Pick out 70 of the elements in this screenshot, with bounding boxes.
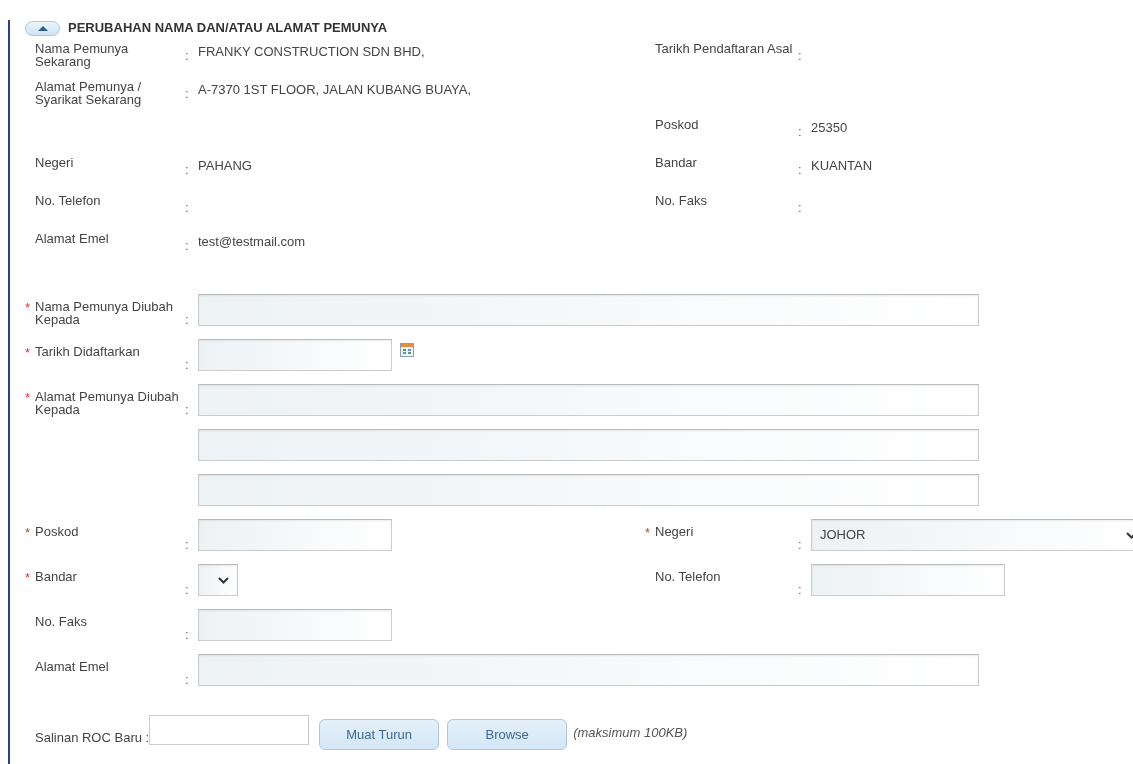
field-value: KUANTAN (811, 157, 874, 175)
text-input[interactable] (198, 294, 979, 326)
field-value: PAHANG (198, 157, 253, 175)
field-label: Poskod (655, 118, 700, 131)
separator-colon: : (185, 199, 190, 217)
chevron-down-icon (218, 576, 229, 584)
separator-colon: : (185, 311, 190, 329)
field-label: Nama Pemunya Sekarang (35, 42, 130, 68)
separator-colon: : (185, 47, 190, 65)
separator-colon: : (798, 47, 803, 65)
field-label: Negeri (655, 525, 695, 538)
field-label: Tarikh Pendaftaran Asal (655, 42, 794, 55)
text-input[interactable] (198, 609, 392, 641)
size-note: (maksimum 100KB) (573, 723, 688, 742)
text-input[interactable] (198, 654, 979, 686)
text-input[interactable] (198, 474, 979, 506)
separator-colon: : (185, 626, 190, 644)
field-value: test@testmail.com (198, 233, 307, 251)
dropdown[interactable] (198, 564, 238, 596)
separator-colon: : (798, 161, 803, 179)
required-asterisk: * (25, 299, 32, 317)
text-input[interactable] (198, 429, 979, 461)
field-label: Negeri (35, 156, 75, 169)
separator-colon: : (798, 199, 803, 217)
section-title: PERUBAHAN NAMA DAN/ATAU ALAMAT PEMUNYA (68, 19, 388, 38)
text-input[interactable] (198, 384, 979, 416)
required-asterisk: * (25, 569, 32, 587)
field-label: No. Faks (655, 194, 708, 207)
required-asterisk: * (25, 524, 32, 542)
calendar-icon[interactable] (400, 343, 414, 357)
text-input[interactable] (811, 564, 1005, 596)
download-button[interactable]: Muat Turun (319, 719, 440, 750)
separator-colon: : (185, 161, 190, 179)
file-name-field[interactable] (149, 715, 310, 745)
date-input[interactable] (198, 339, 392, 371)
separator-colon: : (185, 581, 190, 599)
field-label: Alamat Emel (35, 232, 110, 245)
field-label: Bandar (655, 156, 698, 169)
field-value: 25350 (811, 119, 849, 137)
required-asterisk: * (25, 344, 32, 362)
field-label: Alamat Pemunya Diubah Kepada (35, 390, 180, 416)
separator-colon: : (185, 237, 190, 255)
separator-colon: : (798, 581, 803, 599)
separator-colon: : (185, 401, 190, 419)
field-label: No. Faks (35, 615, 88, 628)
field-value: FRANKY CONSTRUCTION SDN BHD, (198, 43, 426, 61)
text-input[interactable] (198, 519, 392, 551)
browse-button[interactable]: Browse (447, 719, 568, 750)
dropdown[interactable]: JOHOR (811, 519, 1133, 551)
required-asterisk: * (645, 524, 652, 542)
collapse-icon (37, 25, 48, 31)
separator-colon: : (185, 85, 190, 103)
separator-colon: : (185, 671, 190, 689)
field-label: No. Telefon (35, 194, 102, 207)
field-label: Tarikh Didaftarkan (35, 345, 141, 358)
field-label: Bandar (35, 570, 78, 583)
field-label: No. Telefon (655, 570, 722, 583)
field-label: Alamat Emel (35, 660, 110, 673)
collapse-toggle[interactable] (25, 20, 60, 36)
separator-colon: : (798, 536, 803, 554)
field-label: Nama Pemunya Diubah Kepada (35, 300, 175, 326)
required-asterisk: * (25, 389, 32, 407)
separator-colon: : (798, 123, 803, 141)
field-label: Alamat Pemunya / Syarikat Sekarang (35, 80, 143, 106)
field-label: Poskod (35, 525, 80, 538)
separator-colon: : (185, 536, 190, 554)
separator-colon: : (185, 356, 190, 374)
field-value: A-7370 1ST FLOOR, JALAN KUBANG BUAYA, (198, 81, 473, 99)
chevron-down-icon (1126, 531, 1133, 539)
field-label: Salinan ROC Baru : (35, 728, 150, 747)
